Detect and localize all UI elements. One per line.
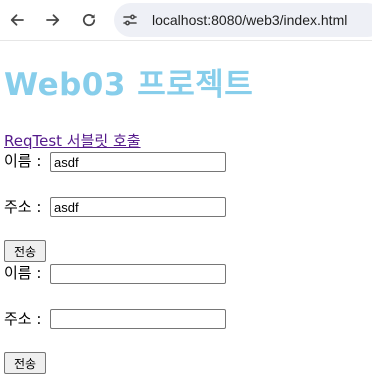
submit-button[interactable]: 전송: [4, 352, 46, 374]
page-title: Web03 프로젝트: [4, 67, 254, 103]
arrow-right-icon: [46, 14, 60, 26]
reqtest-servlet-link[interactable]: ReqTest 서블릿 호출: [4, 131, 141, 151]
reload-icon: [82, 13, 96, 27]
address-bar[interactable]: localhost:8080/web3/index.html: [114, 3, 372, 37]
browser-toolbar: localhost:8080/web3/index.html: [0, 0, 372, 41]
arrow-left-icon: [10, 14, 24, 26]
address-input[interactable]: [50, 309, 226, 329]
name-input[interactable]: [50, 264, 226, 284]
name-label: 이름 :: [4, 152, 42, 170]
address-label: 주소 :: [4, 198, 42, 216]
site-info-icon[interactable]: [122, 12, 138, 28]
page-content: Web03 프로젝트 ReqTest 서블릿 호출 이름 : 주소 : 전송 이…: [0, 41, 372, 391]
name-label: 이름 :: [4, 264, 42, 282]
address-input[interactable]: [50, 197, 226, 217]
address-label: 주소 :: [4, 310, 42, 328]
name-input[interactable]: [50, 152, 226, 172]
back-button[interactable]: [6, 9, 28, 31]
url-text[interactable]: localhost:8080/web3/index.html: [152, 3, 347, 37]
reload-button[interactable]: [78, 9, 100, 31]
forward-button[interactable]: [42, 9, 64, 31]
submit-button[interactable]: 전송: [4, 240, 46, 262]
